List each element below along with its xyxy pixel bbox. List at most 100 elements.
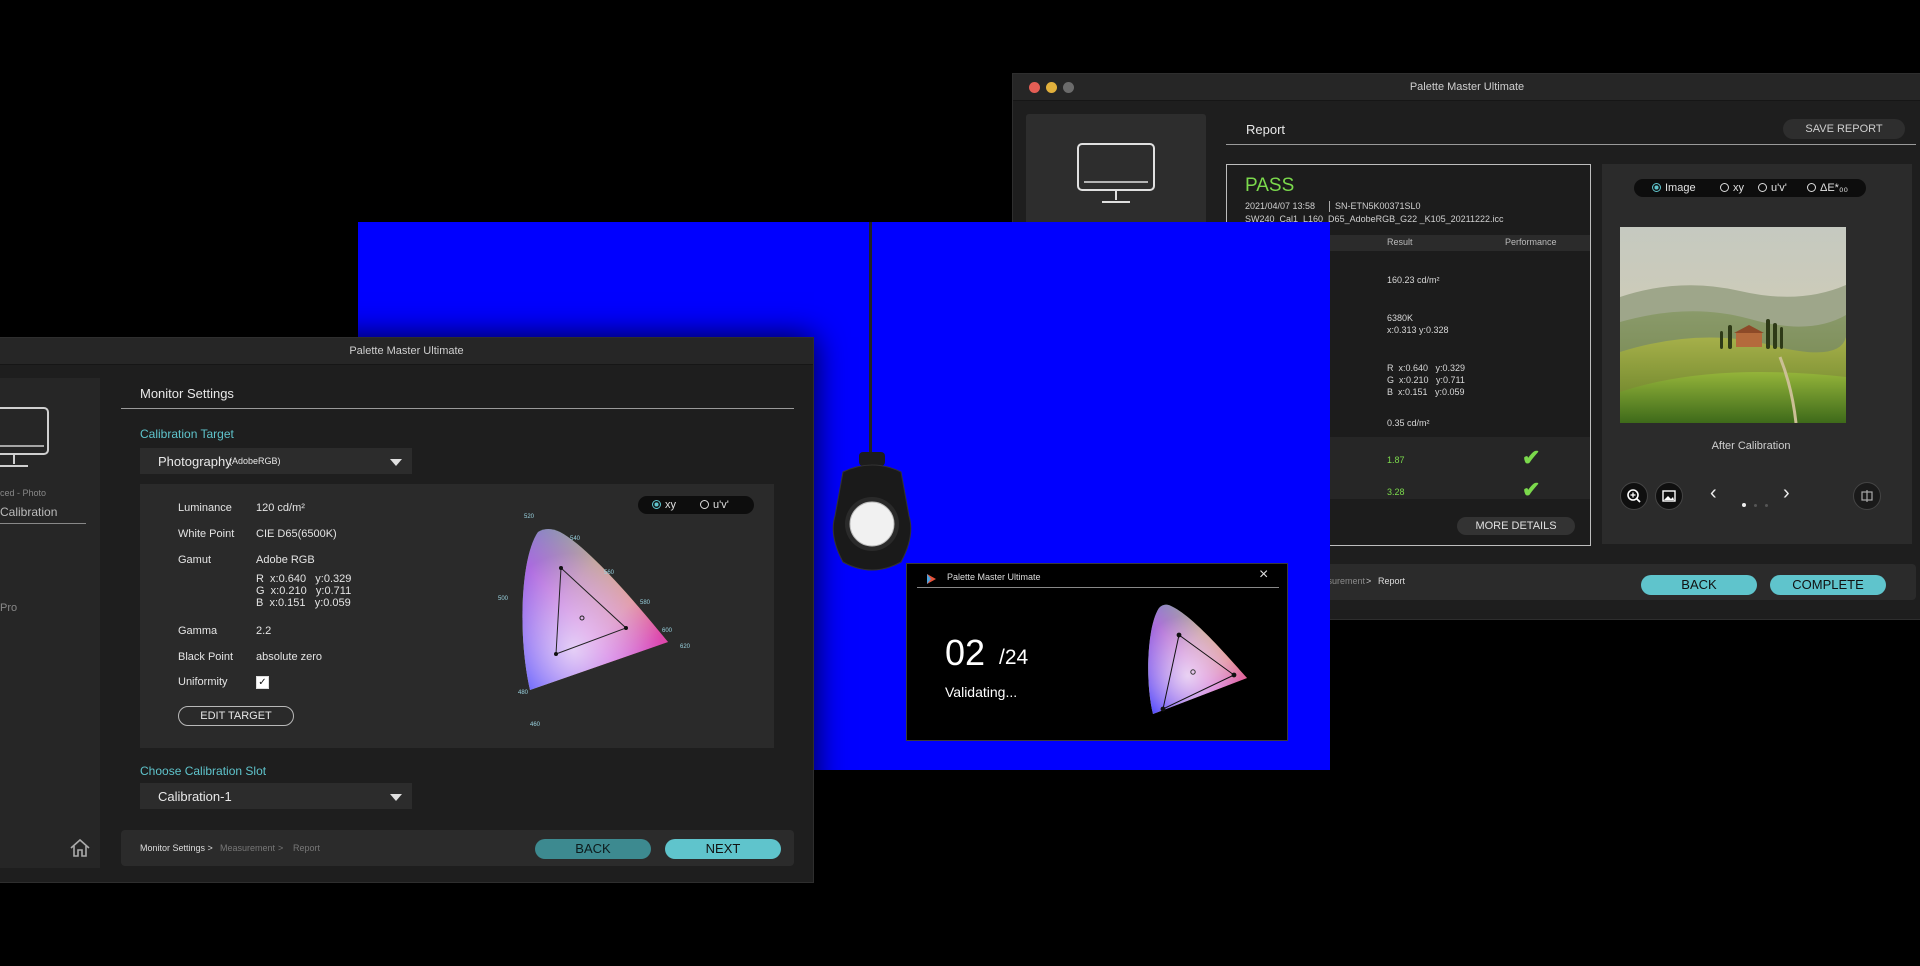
coordinate-toggle: xy u'v'	[638, 496, 754, 514]
monitor-icon	[0, 407, 49, 467]
breadcrumb-report[interactable]: Report	[293, 843, 320, 853]
sidebar: ced - Photo Calibration Pro	[0, 378, 100, 868]
cie-gamut-diagram	[522, 529, 668, 690]
chevron-down-icon	[390, 459, 402, 466]
breadcrumb-monitor-settings[interactable]: Monitor Settings >	[140, 843, 213, 853]
monitor-icon	[1077, 143, 1155, 203]
luminance-value: 120 cd/m²	[256, 502, 305, 514]
complete-button[interactable]: COMPLETE	[1770, 575, 1886, 595]
breadcrumb-sep: >	[1366, 576, 1372, 586]
gamut-tick: 620	[680, 644, 691, 650]
settings-header-rule	[121, 408, 794, 409]
breadcrumb-report[interactable]: Report	[1378, 576, 1405, 586]
performance-column-header: Performance	[1505, 237, 1557, 247]
page-dots	[1742, 494, 1768, 512]
validation-gamut-diagram	[1148, 604, 1247, 714]
view-option-delta-e[interactable]: ΔE*₀₀	[1807, 179, 1848, 197]
settings-section-title: Monitor Settings	[140, 386, 234, 401]
gamma-value: 2.2	[256, 625, 272, 637]
gamut-tick: 460	[530, 722, 541, 728]
result-black: 0.35 cd/m²	[1387, 418, 1430, 428]
calibration-slot-dropdown[interactable]: Calibration-1	[140, 783, 412, 809]
settings-window: Palette Master Ultimate ced - Photo Cali…	[0, 337, 814, 883]
view-option-uv-label: u'v'	[1771, 182, 1787, 194]
toggle-xy-label: xy	[665, 499, 676, 511]
view-option-uv[interactable]: u'v'	[1758, 179, 1787, 197]
uniformity-label: Uniformity	[178, 676, 228, 688]
pass-status: PASS	[1245, 175, 1295, 196]
result-gamut-g: G x:0.210 y:0.711	[1387, 375, 1465, 385]
gamut-tick: 580	[640, 600, 651, 606]
toggle-uv-label: u'v'	[713, 499, 729, 511]
home-icon[interactable]	[69, 838, 91, 858]
gamut-tick: 520	[524, 514, 535, 520]
toggle-uv[interactable]: u'v'	[700, 496, 729, 514]
sidebar-pro[interactable]: Pro	[0, 602, 17, 614]
chevron-right-icon[interactable]: ›	[1783, 482, 1790, 505]
progress-current: 02	[945, 632, 986, 673]
gamut-tick: 600	[662, 628, 673, 634]
report-section-title: Report	[1246, 122, 1286, 137]
uniformity-checkbox[interactable]: ✓	[256, 676, 269, 689]
check-icon: ✔	[1522, 477, 1541, 502]
view-option-delta-e-label: ΔE*₀₀	[1820, 182, 1849, 194]
page-dot[interactable]	[1754, 504, 1757, 507]
report-header-rule	[1226, 144, 1916, 145]
progress-status: Validating...	[945, 684, 1018, 700]
breadcrumb-measurement[interactable]: Measurement	[220, 843, 275, 853]
gamma-label: Gamma	[178, 625, 218, 637]
page-dot[interactable]	[1742, 503, 1746, 507]
view-toggle: Image xy u'v' ΔE*₀₀	[1634, 179, 1866, 197]
next-button[interactable]: NEXT	[665, 839, 781, 859]
settings-back-button[interactable]: BACK	[535, 839, 651, 859]
sidebar-underline	[0, 523, 86, 524]
zoom-in-icon[interactable]	[1620, 482, 1648, 510]
calibration-target-label: Calibration Target	[140, 427, 234, 441]
save-report-button[interactable]: SAVE REPORT	[1783, 119, 1905, 139]
gamut-g: G x:0.210 y:0.711	[256, 585, 352, 597]
progress-dialog-title: Palette Master Ultimate	[947, 572, 1041, 582]
compare-split-icon[interactable]	[1853, 482, 1881, 510]
page-dot[interactable]	[1765, 504, 1768, 507]
result-delta-2: 3.28	[1387, 487, 1405, 497]
close-icon[interactable]: ×	[1259, 566, 1268, 584]
luminance-label: Luminance	[178, 502, 232, 514]
result-gamut-b: B x:0.151 y:0.059	[1387, 387, 1465, 397]
result-delta-1: 1.87	[1387, 455, 1405, 465]
more-details-button[interactable]: MORE DETAILS	[1457, 517, 1575, 535]
report-back-button[interactable]: BACK	[1641, 575, 1757, 595]
white-point-label: White Point	[178, 528, 235, 540]
colorimeter-cable	[869, 222, 872, 458]
result-gamut-r: R x:0.640 y:0.329	[1387, 363, 1466, 373]
black-point-value: absolute zero	[256, 651, 323, 663]
gamut-label: Gamut	[178, 554, 212, 566]
result-white-xy: x:0.313 y:0.328	[1387, 325, 1449, 335]
result-column-header: Result	[1387, 237, 1413, 247]
gamut-tick: 500	[498, 596, 509, 602]
chevron-down-icon	[390, 794, 402, 801]
app-logo-icon	[927, 574, 936, 584]
image-icon[interactable]	[1655, 482, 1683, 510]
toggle-xy[interactable]: xy	[652, 496, 676, 514]
sidebar-calibration[interactable]: Calibration	[0, 505, 57, 519]
report-divider	[1329, 201, 1330, 212]
edit-target-button[interactable]: EDIT TARGET	[178, 706, 294, 726]
view-option-image[interactable]: Image	[1652, 179, 1696, 197]
view-option-xy[interactable]: xy	[1720, 179, 1744, 197]
result-luminance: 160.23 cd/m²	[1387, 275, 1440, 285]
check-icon: ✔	[1522, 445, 1541, 470]
zoom-window-button[interactable]	[1063, 82, 1074, 93]
gamut-value: Adobe RGB	[256, 554, 315, 566]
minimize-window-button[interactable]	[1046, 82, 1057, 93]
view-option-image-label: Image	[1665, 182, 1696, 194]
chevron-left-icon[interactable]: ‹	[1710, 482, 1717, 505]
preview-caption: After Calibration	[1711, 440, 1791, 452]
view-option-xy-label: xy	[1733, 182, 1744, 194]
report-datetime: 2021/04/07 13:58	[1245, 201, 1316, 211]
white-point-value: CIE D65(6500K)	[256, 528, 337, 540]
settings-window-title: Palette Master Ultimate	[349, 345, 464, 357]
close-window-button[interactable]	[1029, 82, 1040, 93]
calibration-target-dropdown[interactable]: Photography (AdobeRGB)	[140, 448, 412, 474]
settings-titlebar: Palette Master Ultimate	[0, 338, 813, 365]
progress-dialog-rule	[917, 587, 1279, 588]
